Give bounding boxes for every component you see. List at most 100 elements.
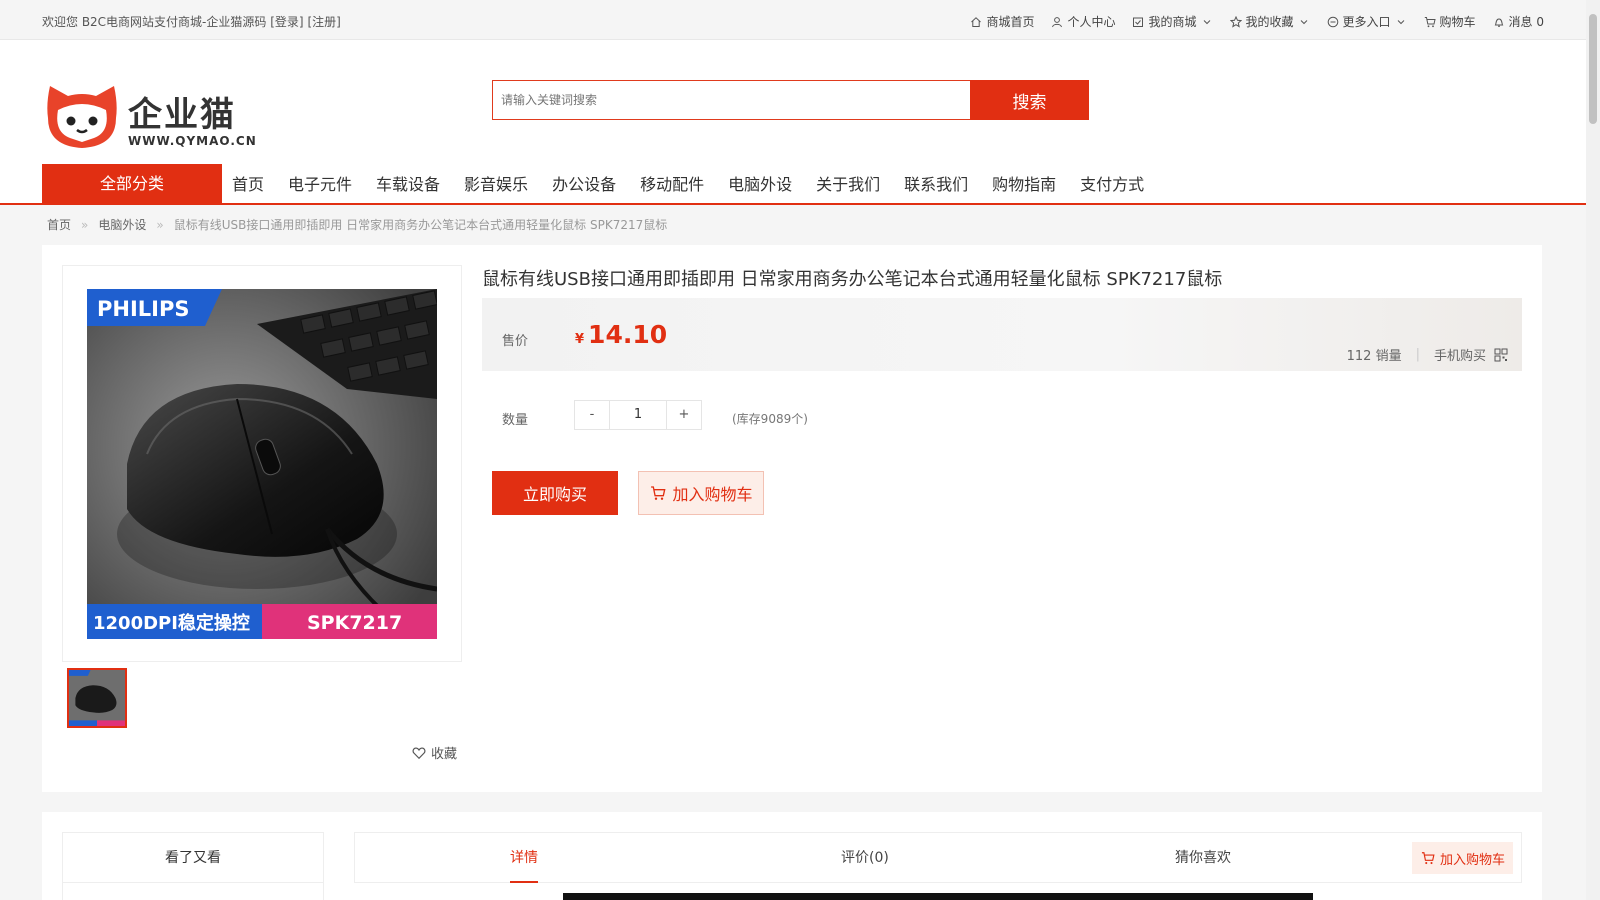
welcome-text: 欢迎您 B2C电商网站支付商城-企业猫源码 [登录] [注册] [42,13,341,30]
product-price: ¥14.10 [575,320,667,349]
calendar-icon [1132,16,1144,28]
nav-links: 首页 电子元件 车载设备 影音娱乐 办公设备 移动配件 电脑外设 关于我们 联系… [232,171,1144,195]
mobile-buy-link[interactable]: 手机购买 [1434,345,1486,364]
add-to-cart-label: 加入购物车 [672,485,753,504]
detail-tabs: 详情 评价(0) 猜你喜欢 加入购物车 [354,832,1522,883]
currency-symbol: ¥ [575,332,585,347]
logo-brand-text: 企业猫 [128,95,236,135]
chevron-down-icon [1395,16,1407,28]
nav-item-payment-methods[interactable]: 支付方式 [1080,171,1144,195]
price-value: 14.10 [588,320,668,349]
tab-add-to-cart-label: 加入购物车 [1439,852,1505,868]
top-link-label: 个人中心 [1067,15,1116,29]
breadcrumb: 首页 » 电脑外设 » 鼠标有线USB接口通用即插即用 日常家用商务办公笔记本台式通用轻… [47,216,667,233]
search-input[interactable] [492,80,970,120]
top-link-home[interactable]: 商城首页 [970,13,1034,30]
top-links: 商城首页 个人中心 我的商城 我的收藏 更多入口 购物车 消息 0 [970,13,1544,30]
nav-item-pc-peripherals[interactable]: 电脑外设 [728,171,792,195]
register-link[interactable]: [注册] [307,15,340,29]
details-section: 看了又看 详情 评价(0) 猜你喜欢 加入购物车 [42,812,1542,900]
buy-now-button[interactable]: 立即购买 [492,471,618,515]
nav-item-home[interactable]: 首页 [232,171,264,195]
cart-icon [1424,16,1436,28]
quantity-label: 数量 [502,413,529,428]
cart-icon [649,485,667,501]
breadcrumb-current: 鼠标有线USB接口通用即插即用 日常家用商务办公笔记本台式通用轻量化鼠标 SPK… [173,218,668,232]
detail-image-top [563,893,1313,900]
favorite-button[interactable]: 收藏 [412,743,457,762]
top-link-label: 购物车 [1439,15,1476,29]
top-link-label: 更多入口 [1342,15,1391,29]
add-to-cart-button[interactable]: 加入购物车 [638,471,764,515]
scrollbar-thumb[interactable] [1589,14,1597,124]
sales-count: 112 销量 [1346,349,1402,364]
nav-item-about-us[interactable]: 关于我们 [816,171,880,195]
page-scrollbar[interactable] [1586,0,1600,900]
logo-url-text: WWW.QYMAO.CN [128,134,257,148]
site-logo[interactable]: 企业猫 WWW.QYMAO.CN [44,84,257,154]
breadcrumb-separator: » [81,218,89,232]
quantity-decrease-button[interactable]: - [575,401,609,429]
stock-text: (库存9089个) [732,412,808,426]
main-nav: 全部分类 首页 电子元件 车载设备 影音娱乐 办公设备 移动配件 电脑外设 关于… [0,161,1586,205]
nav-item-av-entertainment[interactable]: 影音娱乐 [464,171,528,195]
image-brand-text: PHILIPS [97,297,190,321]
tab-reviews[interactable]: 评价(0) [841,833,889,883]
also-viewed-box: 看了又看 [62,832,324,900]
cat-logo-icon [47,86,117,148]
top-link-favorites[interactable]: 我的收藏 [1229,13,1310,30]
product-main-image[interactable]: PHILIPS 1200DPI稳定操控 SPK7217 [87,289,437,639]
top-link-label: 消息 0 [1508,15,1544,29]
sales-info: 112 销量 | 手机购买 [1347,345,1508,364]
product-title: 鼠标有线USB接口通用即插即用 日常家用商务办公笔记本台式通用轻量化鼠标 SPK… [482,269,1223,290]
nav-item-contact-us[interactable]: 联系我们 [904,171,968,195]
qr-code-icon[interactable] [1494,348,1508,362]
heart-icon [412,746,426,760]
price-box: 售价 ¥14.10 112 销量 | 手机购买 [482,298,1522,371]
user-icon [1051,16,1063,28]
top-link-label: 商城首页 [986,15,1035,29]
tab-add-to-cart-button[interactable]: 加入购物车 [1411,842,1513,874]
product-panel: PHILIPS 1200DPI稳定操控 SPK7217 收藏 鼠标有线USB接口… [42,245,1542,792]
top-link-label: 我的收藏 [1245,15,1294,29]
favorite-label: 收藏 [431,747,458,762]
breadcrumb-separator: » [156,218,164,232]
chevron-down-icon [1298,16,1310,28]
more-circle-icon [1327,16,1339,28]
quantity-increase-button[interactable]: + [667,401,701,429]
tab-recommendations[interactable]: 猜你喜欢 [1175,833,1231,883]
product-image-box: PHILIPS 1200DPI稳定操控 SPK7217 [62,265,462,662]
nav-item-mobile-accessories[interactable]: 移动配件 [640,171,704,195]
divider: | [1415,347,1420,362]
nav-item-electronic-components[interactable]: 电子元件 [288,171,352,195]
top-link-my-mall[interactable]: 我的商城 [1132,13,1212,30]
quantity-input[interactable]: 1 [609,401,667,429]
top-link-user-center[interactable]: 个人中心 [1051,13,1115,30]
search-bar: 搜索 [492,80,1089,120]
site-header: 企业猫 WWW.QYMAO.CN 搜索 全部分类 首页 电子元件 车载设备 影音… [0,40,1586,205]
top-link-cart[interactable]: 购物车 [1424,13,1476,30]
top-link-label: 我的商城 [1148,15,1197,29]
top-bar: 欢迎您 B2C电商网站支付商城-企业猫源码 [登录] [注册] 商城首页 个人中… [0,0,1586,40]
product-thumbnail[interactable] [67,668,127,728]
home-icon [970,16,982,28]
chevron-down-icon [1201,16,1213,28]
image-caption-right: SPK7217 [307,612,402,634]
all-categories-button[interactable]: 全部分类 [42,164,222,203]
login-link[interactable]: [登录] [270,15,303,29]
nav-item-car-devices[interactable]: 车载设备 [376,171,440,195]
also-viewed-title: 看了又看 [63,833,323,883]
star-icon [1229,15,1242,28]
top-link-messages[interactable]: 消息 0 [1493,13,1544,30]
cart-icon [1420,851,1436,865]
search-button[interactable]: 搜索 [970,80,1089,120]
welcome-message: 欢迎您 B2C电商网站支付商城-企业猫源码 [42,15,267,29]
image-caption-left: 1200DPI稳定操控 [93,612,250,634]
mouse-product-picture: PHILIPS 1200DPI稳定操控 SPK7217 [87,289,437,639]
nav-item-shopping-guide[interactable]: 购物指南 [992,171,1056,195]
nav-item-office-equipment[interactable]: 办公设备 [552,171,616,195]
tab-details[interactable]: 详情 [510,833,538,883]
breadcrumb-category[interactable]: 电脑外设 [98,218,146,232]
breadcrumb-home[interactable]: 首页 [47,218,71,232]
top-link-more[interactable]: 更多入口 [1327,13,1407,30]
